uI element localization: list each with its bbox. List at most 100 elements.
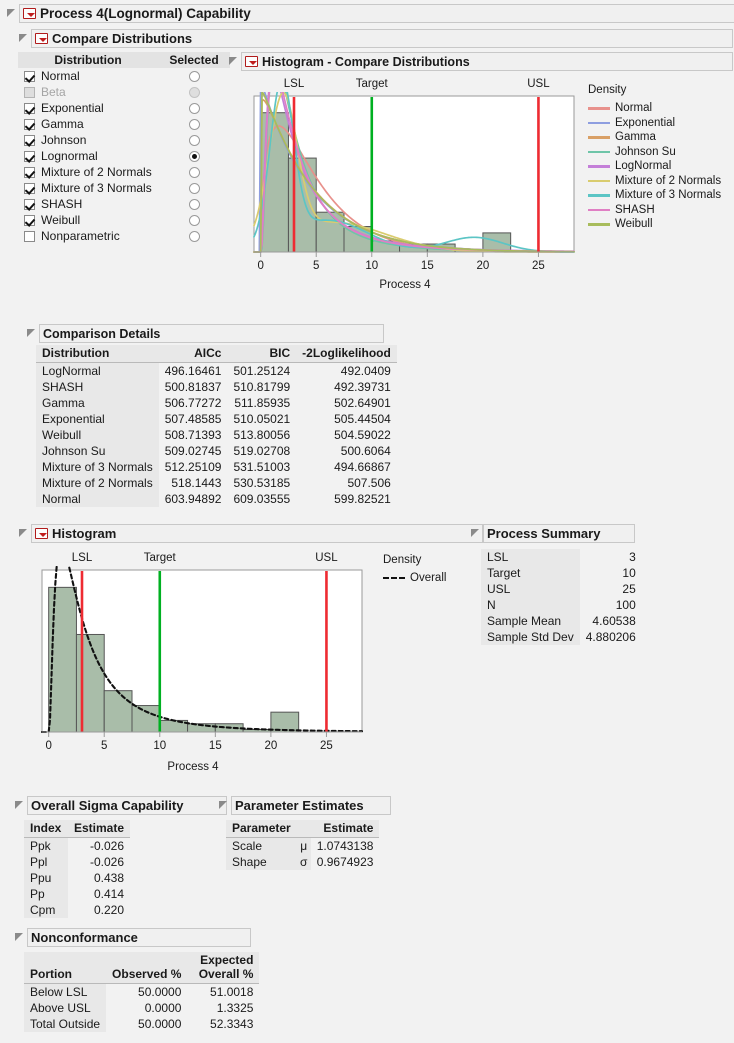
red-triangle-menu-report[interactable] [23,8,36,19]
table-cell: 509.02745 [164,444,222,458]
column-header-distribution: Distribution [54,53,122,67]
disclosure-triangle-parameter-estimates[interactable] [218,800,228,811]
column-header: -2Loglikelihood [296,345,397,363]
distribution-row: Mixture of 3 Normals [18,180,230,196]
table-cell: Total Outside [24,1016,107,1032]
radio-lognormal[interactable] [188,150,200,162]
legend-swatch-exponential [588,121,610,124]
table-cell: 501.25124 [233,364,291,378]
legend-swatch-johnson-su [588,150,610,153]
radio-johnson[interactable] [188,134,200,146]
distribution-label-exponential: Exponential [41,101,104,115]
legend-entry: Normal [588,101,734,116]
checkbox-mixture-of-2-normals[interactable] [24,166,35,178]
table-row: LSL 3 [481,549,642,565]
table-row: Gamma 506.77272 511.85935 502.64901 [36,395,397,411]
selected-cell [158,198,230,210]
selected-cell [158,150,230,162]
red-triangle-menu-histogram-compare[interactable] [245,56,258,67]
legend-label-exponential: Exponential [615,116,676,129]
table-row: Weibull 508.71393 513.80056 504.59022 [36,427,397,443]
parameter-estimates-title-bar: Parameter Estimates [231,796,391,815]
disclosure-triangle-report[interactable] [6,8,16,19]
table-cell: 510.81799 [233,380,291,394]
svg-text:5: 5 [313,260,319,272]
table-row: Total Outside 50.0000 52.3343 [24,1016,259,1032]
table-row: Pp 0.414 [24,886,130,902]
checkbox-mixture-of-3-normals[interactable] [24,182,35,194]
radio-exponential[interactable] [188,102,200,114]
svg-text:15: 15 [209,740,222,752]
svg-text:15: 15 [421,260,434,272]
distribution-list: Normal Beta Exponential Gamma Johnson Lognorm… [18,68,230,244]
legend-title-density: Density [588,84,627,96]
legend-label-mixture-of-2-normals: Mixture of 2 Normals [615,174,722,187]
distribution-row: Johnson [18,132,230,148]
table-cell: 50.0000 [138,1017,182,1031]
table-cell: 0.220 [94,903,125,917]
disclosure-triangle-process-summary[interactable] [470,528,480,539]
comparison-details-outline: Comparison Details [26,324,384,343]
disclosure-triangle-histogram[interactable] [18,528,28,539]
checkbox-johnson[interactable] [24,134,35,146]
disclosure-triangle-overall-sigma[interactable] [14,800,24,811]
checkbox-shash[interactable] [24,198,35,210]
histogram-overall-outline: Histogram [18,524,483,543]
histogram-overall-chart: LSL Target USL 0 5 10 15 20 25 Process 4 [28,552,368,782]
legend-label-mixture-of-3-normals: Mixture of 3 Normals [615,189,722,202]
table-row: Above USL 0.0000 1.3325 [24,1000,259,1016]
checkbox-exponential[interactable] [24,102,35,114]
radio-mixture-of-2-normals[interactable] [188,166,200,178]
radio-shash[interactable] [188,198,200,210]
radio-normal[interactable] [188,70,200,82]
disclosure-triangle-histogram-compare[interactable] [228,56,238,67]
table-cell: 500.81837 [164,380,222,394]
table-cell: 603.94892 [164,492,222,506]
table-cell: 0.0000 [144,1001,182,1015]
distribution-cell: Beta [18,85,158,99]
distribution-label-weibull: Weibull [41,213,81,227]
comparison-details-title-bar: Comparison Details [39,324,384,343]
radio-weibull[interactable] [188,214,200,226]
histogram-compare-legend: Density Normal Exponential Gamma Johnson Su… [588,84,734,232]
table-cell: USL [481,581,580,597]
disclosure-triangle-nonconformance[interactable] [14,932,24,943]
red-triangle-menu-compare[interactable] [35,33,48,44]
table-row: Johnson Su 509.02745 519.02708 500.6064 [36,443,397,459]
process-summary-title-bar: Process Summary [483,524,635,543]
nonconformance-title: Nonconformance [31,930,138,945]
radio-mixture-of-3-normals[interactable] [188,182,200,194]
radio-beta [188,86,200,98]
distribution-cell: Weibull [18,213,158,227]
compare-distributions-title: Compare Distributions [52,31,193,46]
table-cell: LSL [481,549,580,565]
parameter-estimates-title: Parameter Estimates [235,798,364,813]
table-row: Mixture of 2 Normals 518.1443 530.53185 507… [36,475,397,491]
checkbox-normal[interactable] [24,70,35,82]
table-row: N 100 [481,597,642,613]
checkbox-nonparametric[interactable] [24,230,35,242]
disclosure-triangle-comparison-details[interactable] [26,328,36,339]
legend-entry: Gamma [588,130,734,145]
table-cell: Normal [36,491,159,507]
checkbox-weibull[interactable] [24,214,35,226]
table-cell: 508.71393 [164,428,222,442]
selected-cell [158,214,230,226]
checkbox-gamma[interactable] [24,118,35,130]
red-triangle-menu-histogram[interactable] [35,528,48,539]
table-cell: 1.0743138 [316,839,374,853]
distribution-label-mixture-of-2-normals: Mixture of 2 Normals [41,165,152,179]
disclosure-triangle-compare[interactable] [18,33,28,44]
distribution-cell: Lognormal [18,149,158,163]
legend-swatch-overall [383,577,405,580]
table-cell: 599.82521 [334,492,391,506]
legend-entry: SHASH [588,203,734,218]
radio-gamma[interactable] [188,118,200,130]
report-title-bar: Process 4(Lognormal) Capability [19,4,734,23]
column-header: Estimate [68,820,131,838]
table-cell: 50.0000 [138,985,182,999]
distribution-label-lognormal: Lognormal [41,149,98,163]
radio-nonparametric[interactable] [188,230,200,242]
checkbox-lognormal[interactable] [24,150,35,162]
svg-text:25: 25 [532,260,545,272]
